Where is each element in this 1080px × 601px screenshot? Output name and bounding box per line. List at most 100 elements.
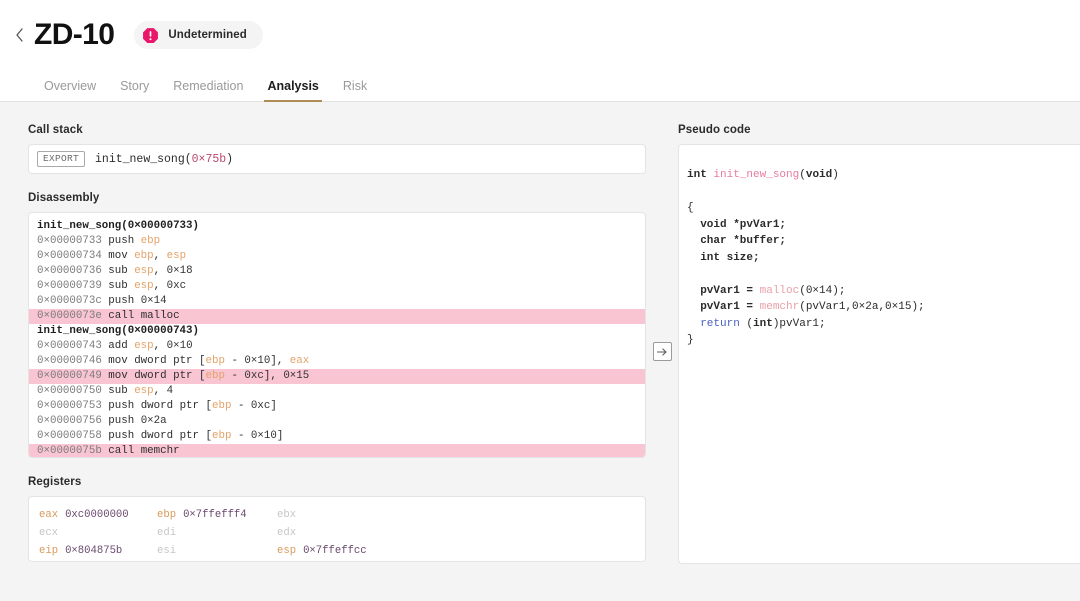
register-value: 0xc0000000 — [65, 509, 129, 521]
pseudo-code-line: int init_new_song(void) — [687, 167, 1080, 184]
tab-remediation[interactable]: Remediation — [161, 79, 255, 101]
page-title: ZD-10 — [34, 18, 115, 51]
operand-immediate: 0×14 — [140, 295, 167, 307]
right-column: Pseudo code int init_new_song(void) { vo… — [678, 124, 1080, 601]
instruction-mnemonic: mov — [108, 355, 135, 367]
disassembly-line[interactable]: 0×00000739 sub esp, 0xc — [29, 279, 645, 294]
operand-register: ebp — [212, 430, 232, 442]
call-stack-panel: EXPORT init_new_song(0×75b) — [28, 144, 646, 174]
pseudo-code-token: )pvVar1; — [772, 317, 826, 330]
tab-risk[interactable]: Risk — [331, 79, 379, 101]
operand-token: dword — [140, 430, 174, 442]
disassembly-function-label[interactable]: init_new_song(0×00000733) — [29, 219, 645, 234]
pseudo-code-token: ( — [799, 169, 806, 181]
register-value: 0×7ffeffcc — [303, 545, 367, 557]
instruction-address: 0×00000746 — [37, 355, 109, 367]
register-value: 0×7ffefff4 — [183, 509, 247, 521]
operand-token: ptr — [179, 400, 200, 412]
disassembly-line[interactable]: 0×0000073e call malloc — [29, 309, 645, 324]
instruction-address: 0×00000749 — [37, 370, 109, 382]
pseudo-code-line — [687, 266, 1080, 283]
export-tag: EXPORT — [37, 151, 86, 167]
disassembly-panel[interactable]: init_new_song(0×00000733) 0×00000733 push… — [28, 212, 646, 458]
call-target: memchr — [140, 445, 180, 457]
operand-immediate: 0xc — [250, 400, 271, 412]
operand-register: esp — [134, 385, 154, 397]
disassembly-line[interactable]: 0×00000746 mov dword ptr [ebp - 0×10], e… — [29, 354, 645, 369]
pseudo-code-token: malloc — [759, 284, 800, 297]
instruction-mnemonic: sub — [108, 280, 135, 292]
pseudo-code-token: char *buffer; — [687, 235, 787, 247]
call-stack-fn-name: init_new_song( — [95, 152, 192, 166]
operand-immediate: 0×10 — [244, 355, 271, 367]
instruction-address: 0×00000739 — [37, 280, 109, 292]
operand-token: ptr — [179, 430, 200, 442]
instruction-mnemonic: push — [108, 415, 141, 427]
operand-register: esp — [134, 340, 154, 352]
analysis-body: Call stack EXPORT init_new_song(0×75b) D… — [0, 102, 1080, 601]
operand-token: , — [270, 370, 284, 382]
pseudo-code-line: return (int)pvVar1; — [687, 316, 1080, 333]
disassembly-function-label[interactable]: init_new_song(0×00000743) — [29, 324, 645, 339]
disassembly-line[interactable]: 0×00000758 push dword ptr [ebp - 0×10] — [29, 429, 645, 444]
disassembly-line[interactable]: 0×00000743 add esp, 0×10 — [29, 339, 645, 354]
tab-bar: Overview Story Remediation Analysis Risk — [0, 70, 1080, 102]
register-name: ebp — [157, 509, 177, 521]
register-cell: esp 0×7ffeffcc — [277, 545, 645, 557]
disassembly-line[interactable]: 0×00000733 push ebp — [29, 234, 645, 249]
tab-overview[interactable]: Overview — [32, 79, 108, 101]
tab-analysis[interactable]: Analysis — [255, 79, 330, 102]
operand-register: ebp — [205, 355, 225, 367]
disassembly-line[interactable]: 0×0000075b call memchr — [29, 444, 645, 457]
instruction-address: 0×00000753 — [37, 400, 109, 412]
call-stack-fn-close: ) — [226, 152, 234, 166]
pseudo-code-token: ( — [739, 317, 754, 330]
operand-token: ] — [276, 430, 284, 442]
call-stack-entry[interactable]: init_new_song(0×75b) — [95, 153, 233, 166]
disassembly-line[interactable]: 0×0000073c push 0×14 — [29, 294, 645, 309]
pseudo-code-line: char *buffer; — [687, 233, 1080, 250]
disassembly-line[interactable]: 0×00000734 mov ebp, esp — [29, 249, 645, 264]
operand-token: ptr — [173, 355, 193, 367]
registers-panel: eax 0xc0000000 ebp 0×7ffefff4 ebx ecx edi edx ei… — [28, 496, 646, 562]
register-name: esp — [277, 545, 297, 557]
call-stack-label: Call stack — [28, 124, 83, 136]
operand-token: , — [276, 355, 290, 367]
register-cell: eip 0×804875b — [39, 545, 157, 557]
operand-register: ebp — [140, 235, 161, 247]
instruction-address: 0×00000733 — [37, 235, 109, 247]
register-cell: ebx — [277, 509, 645, 521]
disassembly-line[interactable]: 0×00000749 mov dword ptr [ebp - 0xc], 0×… — [29, 369, 645, 384]
page-header: ZD-10 Undetermined — [0, 0, 1080, 70]
operand-register: esp — [166, 250, 187, 262]
instruction-address: 0×0000075b — [37, 445, 109, 457]
instruction-mnemonic: call — [108, 310, 141, 322]
disassembly-line[interactable]: 0×00000750 sub esp, 4 — [29, 384, 645, 399]
operand-immediate: 0×10 — [166, 340, 193, 352]
register-cell: ebp 0×7ffefff4 — [157, 509, 277, 521]
operand-token: , — [153, 250, 167, 262]
operand-register: esp — [134, 265, 154, 277]
register-name: esi — [157, 545, 177, 557]
pseudo-code-token: void *pvVar1; — [687, 218, 787, 231]
pseudo-code-token: init_new_song — [713, 169, 800, 181]
arrow-right-icon[interactable] — [652, 342, 672, 361]
operand-immediate: 4 — [166, 385, 174, 397]
instruction-address: 0×0000073e — [37, 310, 109, 322]
status-badge-label: Undetermined — [168, 29, 247, 41]
pseudo-code-token: (0×14); — [799, 284, 846, 297]
operand-immediate: 0×10 — [250, 430, 277, 442]
disassembly-line[interactable]: 0×00000736 sub esp, 0×18 — [29, 264, 645, 279]
pseudo-code-panel[interactable]: int init_new_song(void) { void *pvVar1; … — [678, 144, 1080, 564]
operand-register: ebp — [134, 250, 154, 262]
pseudo-code-token: return — [700, 317, 740, 330]
pseudo-code-token: (pvVar1,0×2a,0×15); — [799, 301, 925, 313]
disassembly-line[interactable]: 0×00000756 push 0×2a — [29, 414, 645, 429]
operand-immediate: 0xc — [244, 370, 264, 382]
tab-story[interactable]: Story — [108, 79, 161, 101]
pseudo-code-line: { — [687, 200, 1080, 217]
disassembly-line[interactable]: 0×00000753 push dword ptr [ebp - 0xc] — [29, 399, 645, 414]
operand-token: , — [153, 340, 167, 352]
operand-immediate: 0×2a — [140, 415, 167, 427]
chevron-left-icon[interactable] — [8, 24, 30, 46]
